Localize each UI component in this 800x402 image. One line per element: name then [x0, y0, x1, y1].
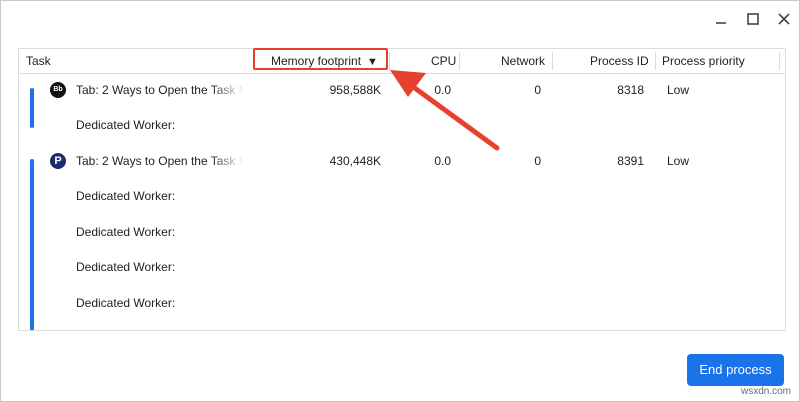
column-divider[interactable]	[459, 52, 460, 70]
column-divider[interactable]	[779, 52, 780, 70]
title-bar	[1, 1, 799, 37]
task-name: Dedicated Worker:	[76, 118, 176, 132]
network-value: 0	[534, 154, 541, 168]
close-icon	[778, 13, 790, 25]
memory-value: 958,588K	[329, 83, 381, 97]
process-priority-value: Low	[667, 83, 690, 97]
table-row[interactable]: Bb Tab: 2 Ways to Open the Task Manager …	[19, 73, 785, 108]
p-favicon-icon: P	[50, 153, 66, 169]
process-table: Task Memory footprint ▼ CPU Network Proce…	[18, 48, 786, 331]
table-header: Task Memory footprint ▼ CPU Network Proce…	[19, 49, 785, 74]
column-header-cpu[interactable]: CPU	[431, 49, 456, 73]
process-priority-value: Low	[667, 154, 690, 168]
bb-favicon-icon: Bb	[50, 82, 66, 98]
memory-value: 430,448K	[329, 154, 381, 168]
annotation-highlight-box	[253, 48, 388, 70]
process-id-value: 8391	[617, 154, 644, 168]
column-header-cpu-label: CPU	[431, 54, 457, 68]
column-divider[interactable]	[552, 52, 553, 70]
task-name: Dedicated Worker:	[76, 260, 176, 274]
end-process-button[interactable]: End process	[687, 354, 784, 386]
task-name: Tab: 2 Ways to Open the Task Manager	[76, 154, 244, 168]
column-header-task-label: Task	[26, 54, 51, 68]
column-header-process-priority-label: Process priority	[662, 54, 745, 68]
column-header-process-id-label: Process ID	[590, 54, 649, 68]
minimize-icon	[716, 22, 726, 24]
watermark: wsxdn.com	[740, 386, 791, 397]
column-header-network-label: Network	[501, 54, 546, 68]
favicon-text: Bb	[53, 86, 63, 93]
table-row[interactable]: Dedicated Worker:	[19, 286, 785, 321]
maximize-icon	[747, 13, 759, 25]
network-value: 0	[534, 83, 541, 97]
column-header-network[interactable]: Network	[501, 49, 545, 73]
process-id-value: 8318	[617, 83, 644, 97]
column-header-task[interactable]: Task	[26, 49, 51, 73]
task-name: Dedicated Worker:	[76, 225, 176, 239]
favicon-text: P	[54, 155, 62, 167]
task-name: Tab: 2 Ways to Open the Task Manager	[76, 83, 244, 97]
table-row[interactable]: P Tab: 2 Ways to Open the Task Manager 4…	[19, 144, 785, 179]
column-divider[interactable]	[655, 52, 656, 70]
cpu-value: 0.0	[434, 154, 451, 168]
table-row[interactable]: Dedicated Worker:	[19, 250, 785, 285]
task-manager-window: Task Memory footprint ▼ CPU Network Proce…	[0, 0, 800, 402]
table-row[interactable]: Dedicated Worker:	[19, 108, 785, 143]
close-button[interactable]	[772, 7, 796, 31]
table-row[interactable]: Dedicated Worker:	[19, 179, 785, 214]
task-name: Dedicated Worker:	[76, 296, 176, 310]
column-header-process-id[interactable]: Process ID	[590, 49, 649, 73]
column-header-process-priority[interactable]: Process priority	[662, 49, 745, 73]
cpu-value: 0.0	[434, 83, 451, 97]
column-divider[interactable]	[389, 52, 390, 70]
task-name: Dedicated Worker:	[76, 189, 176, 203]
minimize-button[interactable]	[709, 7, 733, 31]
maximize-button[interactable]	[741, 7, 765, 31]
table-row[interactable]: Dedicated Worker:	[19, 215, 785, 250]
